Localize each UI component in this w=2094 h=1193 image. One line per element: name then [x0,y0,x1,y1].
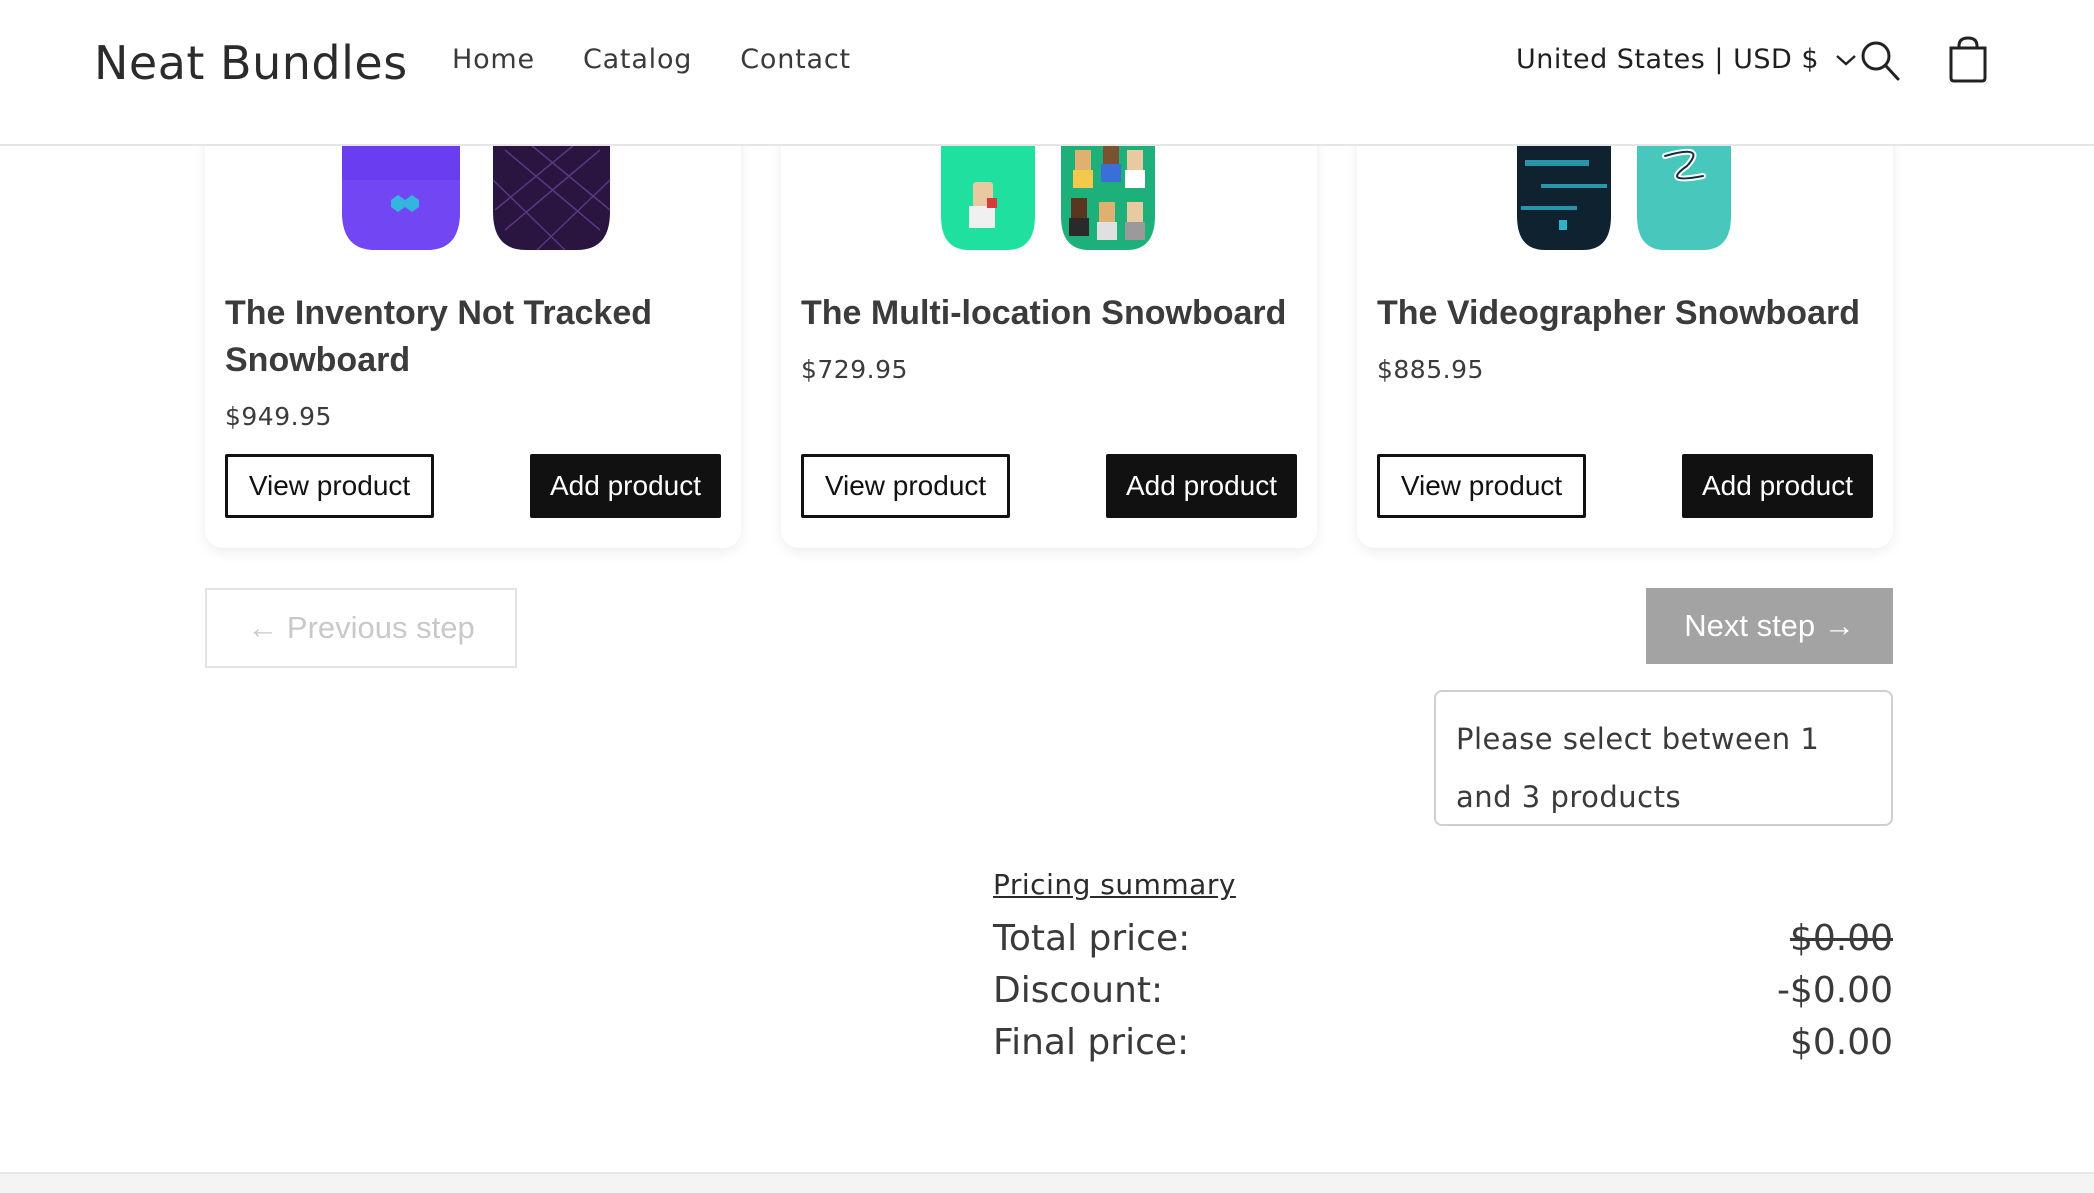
product-image[interactable] [205,140,741,252]
site-header: Neat Bundles Home Catalog Contact United… [0,0,2094,146]
total-price-label: Total price: [993,918,1191,959]
total-price-value: $0.00 [1789,918,1893,959]
final-price-row: Final price: $0.00 [993,1022,1893,1072]
chevron-down-icon [1836,54,1856,66]
final-price-value: $0.00 [1789,1022,1893,1063]
product-price: $949.95 [225,402,332,431]
next-step-button[interactable]: Next step → [1646,588,1893,664]
nav-contact[interactable]: Contact [740,44,851,75]
nav-home[interactable]: Home [452,44,535,75]
product-title[interactable]: The Inventory Not Tracked Snowboard [225,290,725,384]
add-product-button[interactable]: Add product [530,454,721,518]
discount-row: Discount: -$0.00 [993,970,1893,1020]
product-card: The Multi-location Snowboard $729.95 Vie… [781,100,1317,548]
add-product-button[interactable]: Add product [1106,454,1297,518]
cart-icon[interactable] [1946,36,1990,84]
previous-step-button[interactable]: ← Previous step [205,588,517,668]
pricing-summary-title: Pricing summary [993,868,1236,901]
final-price-label: Final price: [993,1022,1190,1063]
main-nav: Home Catalog Contact [452,44,851,75]
locale-label: United States | USD $ [1516,44,1820,75]
selection-notice: Please select between 1 and 3 products [1434,690,1893,826]
product-price: $729.95 [801,355,908,384]
product-title[interactable]: The Videographer Snowboard [1377,290,1877,337]
search-icon[interactable] [1860,40,1900,82]
nav-catalog[interactable]: Catalog [583,44,692,75]
total-price-row: Total price: $0.00 [993,918,1893,968]
footer-divider [0,1172,2094,1193]
product-card: The Inventory Not Tracked Snowboard $949… [205,100,741,548]
country-currency-selector[interactable]: United States | USD $ [1516,44,1857,75]
product-image[interactable] [781,140,1317,252]
view-product-button[interactable]: View product [225,454,434,518]
add-product-button[interactable]: Add product [1682,454,1873,518]
view-product-button[interactable]: View product [801,454,1010,518]
view-product-button[interactable]: View product [1377,454,1586,518]
discount-label: Discount: [993,970,1164,1011]
product-price: $885.95 [1377,355,1484,384]
product-title[interactable]: The Multi-location Snowboard [801,290,1301,337]
product-card: The Videographer Snowboard $885.95 View … [1357,100,1893,548]
product-image[interactable] [1357,140,1893,252]
store-logo[interactable]: Neat Bundles [94,36,408,90]
discount-value: -$0.00 [1776,970,1893,1011]
